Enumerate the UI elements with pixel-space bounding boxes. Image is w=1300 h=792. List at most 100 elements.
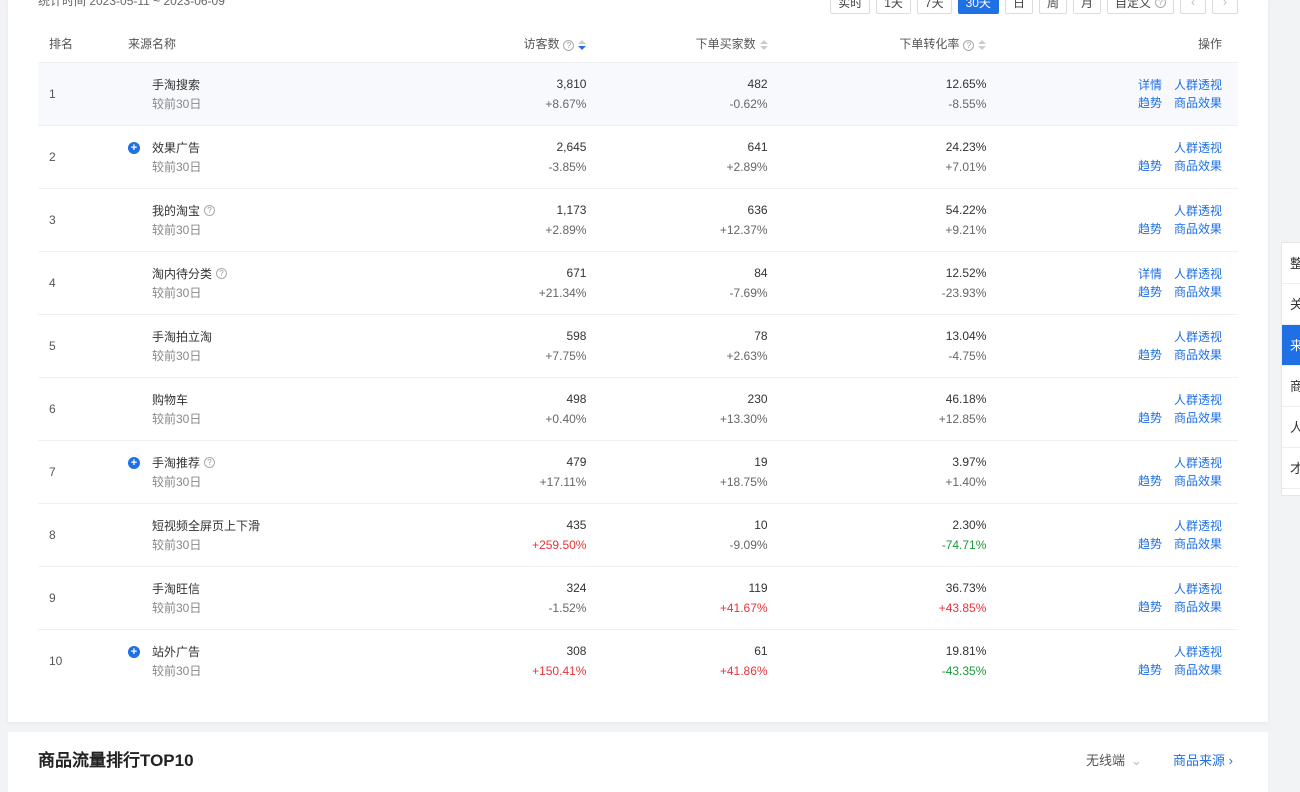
trend-link[interactable]: 趋势 xyxy=(1138,473,1162,489)
side-nav-item[interactable]: 关 xyxy=(1282,284,1300,325)
goods-effect-link[interactable]: 商品效果 xyxy=(1174,599,1222,615)
visitors-cell: 2,645 -3.85% xyxy=(428,125,586,188)
goods-effect-link[interactable]: 商品效果 xyxy=(1174,284,1222,300)
goods-effect-link[interactable]: 商品效果 xyxy=(1174,662,1222,678)
compare-label: 较前30日 xyxy=(152,285,202,300)
visitors-change: +0.40% xyxy=(545,411,587,426)
expand-plus-icon[interactable]: + xyxy=(128,141,140,154)
help-icon[interactable]: ? xyxy=(1155,0,1166,8)
goods-effect-link[interactable]: 商品效果 xyxy=(1174,95,1222,111)
detail-link[interactable]: 详情 xyxy=(1138,266,1162,282)
compare-label: 较前30日 xyxy=(152,96,202,111)
source-cell: 手淘拍立淘 较前30日 xyxy=(128,314,428,377)
visitors-cell: 498 +0.40% xyxy=(428,377,586,440)
trend-link[interactable]: 趋势 xyxy=(1138,95,1162,111)
goods-effect-link[interactable]: 商品效果 xyxy=(1174,410,1222,426)
visitors-value: 2,645 xyxy=(556,139,587,154)
column-header-visitors[interactable]: 访客数? xyxy=(428,26,587,62)
help-icon[interactable]: ? xyxy=(963,40,975,52)
sort-icon[interactable] xyxy=(578,40,587,51)
help-icon[interactable]: ? xyxy=(204,457,216,468)
buyers-value: 19 xyxy=(754,454,768,469)
crowd-link[interactable]: 人群透视 xyxy=(1174,392,1222,408)
goods-effect-link[interactable]: 商品效果 xyxy=(1174,221,1222,237)
compare-label: 较前30日 xyxy=(152,663,202,678)
device-select[interactable]: 无线端 ⌄ xyxy=(1086,750,1142,769)
next-period-button[interactable]: › xyxy=(1212,0,1238,14)
crowd-link[interactable]: 人群透视 xyxy=(1174,644,1222,660)
period-button-30day[interactable]: 30天 xyxy=(957,0,999,14)
period-button-realtime[interactable]: 实时 xyxy=(830,0,871,14)
visitors-change: -3.85% xyxy=(548,159,587,174)
trend-link[interactable]: 趋势 xyxy=(1138,662,1162,678)
conversion-cell: 3.97% +1.40% xyxy=(768,440,987,503)
rank-cell: 9 xyxy=(49,590,56,605)
source-cell: 淘内待分类? 较前30日 xyxy=(128,251,428,314)
trend-link[interactable]: 趋势 xyxy=(1138,347,1162,363)
visitors-value: 324 xyxy=(566,580,587,595)
visitors-change: +8.67% xyxy=(545,96,587,111)
crowd-link[interactable]: 人群透视 xyxy=(1174,77,1222,93)
crowd-link[interactable]: 人群透视 xyxy=(1174,518,1222,534)
period-button-1day[interactable]: 1天 xyxy=(876,0,911,14)
column-header-buyers[interactable]: 下单买家数 xyxy=(586,26,768,62)
trend-link[interactable]: 趋势 xyxy=(1138,158,1162,174)
buyers-cell: 84 -7.69% xyxy=(586,251,768,314)
side-nav-item[interactable]: 来 xyxy=(1282,325,1300,366)
crowd-link[interactable]: 人群透视 xyxy=(1174,329,1222,345)
visitors-change: +17.11% xyxy=(539,474,587,489)
column-header-conversion[interactable]: 下单转化率? xyxy=(768,26,987,62)
period-button-month[interactable]: 月 xyxy=(1072,0,1101,14)
sort-icon[interactable] xyxy=(759,40,768,51)
side-nav-item[interactable]: 商 xyxy=(1282,366,1300,407)
source-name: 我的淘宝 xyxy=(152,204,201,218)
trend-link[interactable]: 趋势 xyxy=(1138,221,1162,237)
visitors-change: +2.89% xyxy=(545,222,587,237)
visitors-cell: 308 +150.41% xyxy=(428,629,586,692)
compare-label: 较前30日 xyxy=(152,411,202,426)
goods-effect-link[interactable]: 商品效果 xyxy=(1174,536,1222,552)
crowd-link[interactable]: 人群透视 xyxy=(1174,140,1222,156)
table-row: 2 + 效果广告 较前30日 2,645 -3.85% 641 +2.89% 24.23% +7.… xyxy=(38,125,1238,188)
conversion-value: 24.23% xyxy=(945,139,987,154)
period-button-day[interactable]: 日 xyxy=(1004,0,1033,14)
help-icon[interactable]: ? xyxy=(563,40,575,52)
table-row: 1 手淘搜索 较前30日 3,810 +8.67% 482 -0.62% 12.65% -8.5… xyxy=(38,62,1238,125)
help-icon[interactable]: ? xyxy=(204,205,216,216)
prev-period-button[interactable]: ‹ xyxy=(1180,0,1206,14)
side-nav-item[interactable]: 人 xyxy=(1282,407,1300,448)
detail-link[interactable]: 详情 xyxy=(1138,77,1162,93)
trend-link[interactable]: 趋势 xyxy=(1138,599,1162,615)
source-name: 手淘推荐 xyxy=(152,456,201,470)
period-button-7day[interactable]: 7天 xyxy=(916,0,952,14)
trend-link[interactable]: 趋势 xyxy=(1138,284,1162,300)
expand-plus-icon[interactable]: + xyxy=(128,456,140,469)
product-traffic-card: 商品流量排行TOP10 无线端 ⌄ 商品来源 › xyxy=(8,732,1268,792)
table-row: 4 淘内待分类? 较前30日 671 +21.34% 84 -7.69% 12.52% -23.… xyxy=(38,251,1238,314)
period-button-custom[interactable]: 自定义? xyxy=(1106,0,1174,14)
side-nav-item[interactable]: 才 xyxy=(1282,448,1300,489)
conversion-change: +1.40% xyxy=(945,474,987,489)
action-cell: 详情人群透视趋势商品效果 xyxy=(986,566,1238,629)
source-cell: + 站外广告 较前30日 xyxy=(128,629,428,692)
trend-link[interactable]: 趋势 xyxy=(1138,536,1162,552)
crowd-link[interactable]: 人群透视 xyxy=(1174,581,1222,597)
product-source-link[interactable]: 商品来源 › xyxy=(1173,750,1233,769)
help-icon[interactable]: ? xyxy=(216,268,228,279)
goods-effect-link[interactable]: 商品效果 xyxy=(1174,158,1222,174)
sort-icon[interactable] xyxy=(978,40,987,51)
trend-link[interactable]: 趋势 xyxy=(1138,410,1162,426)
crowd-link[interactable]: 人群透视 xyxy=(1174,266,1222,282)
crowd-link[interactable]: 人群透视 xyxy=(1174,203,1222,219)
goods-effect-link[interactable]: 商品效果 xyxy=(1174,473,1222,489)
goods-effect-link[interactable]: 商品效果 xyxy=(1174,347,1222,363)
expand-plus-icon[interactable]: + xyxy=(128,645,140,658)
chevron-left-icon: ‹ xyxy=(1191,0,1195,9)
crowd-link[interactable]: 人群透视 xyxy=(1174,455,1222,471)
conversion-change: -4.75% xyxy=(948,348,987,363)
rank-cell: 2 xyxy=(49,149,56,164)
period-button-week[interactable]: 周 xyxy=(1038,0,1067,14)
visitors-change: -1.52% xyxy=(548,600,587,615)
source-name: 手淘拍立淘 xyxy=(152,330,213,344)
side-nav-item[interactable]: 整 xyxy=(1282,243,1300,284)
